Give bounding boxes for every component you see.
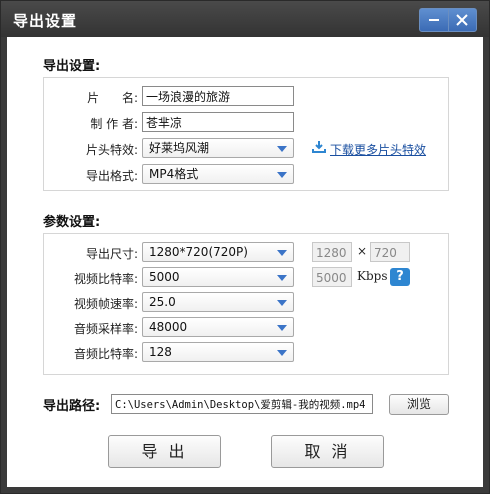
audio-bitrate-label: 音频比特率:	[73, 347, 138, 361]
times-sign: ×	[357, 244, 368, 258]
author-field[interactable]: 苍芈凉	[142, 112, 294, 132]
help-button[interactable]: ?	[390, 268, 410, 286]
cancel-button[interactable]: 取 消	[271, 435, 384, 468]
intro-effect-select[interactable]: 好莱坞风潮	[142, 138, 294, 158]
chevron-down-icon	[277, 275, 287, 281]
window-controls	[419, 8, 477, 32]
height-field[interactable]: 720	[370, 242, 410, 262]
export-settings-group: 片 名: 一场浪漫的旅游 制 作 者: 苍芈凉 片头特效: 好莱坞风潮 下载更多…	[43, 77, 449, 191]
audio-bitrate-value: 128	[149, 345, 172, 359]
export-path-field[interactable]: C:\Users\Admin\Desktop\爱剪辑-我的视频.mp4	[111, 394, 373, 414]
video-bitrate-select[interactable]: 5000	[142, 267, 294, 287]
width-field[interactable]: 1280	[312, 242, 352, 262]
download-icon[interactable]	[312, 140, 326, 154]
export-size-select[interactable]: 1280*720(720P)	[142, 242, 294, 262]
close-icon	[456, 14, 468, 26]
export-button[interactable]: 导 出	[108, 435, 221, 468]
sample-rate-label: 音频采样率:	[73, 322, 138, 336]
intro-effect-value: 好莱坞风潮	[149, 141, 210, 155]
sample-rate-select[interactable]: 48000	[142, 317, 294, 337]
export-size-label: 导出尺寸:	[85, 247, 138, 261]
audio-bitrate-select[interactable]: 128	[142, 342, 294, 362]
parameter-settings-heading: 参数设置:	[43, 215, 101, 230]
frame-rate-label: 视频帧速率:	[73, 297, 138, 311]
export-size-value: 1280*720(720P)	[149, 245, 248, 259]
kbps-unit: Kbps	[357, 269, 388, 283]
export-settings-dialog: 导出设置 导出设置: 片 名: 一场浪漫的旅游 制 作 者: 苍芈凉 片头特效:…	[0, 0, 490, 494]
name-label: 片 名:	[87, 91, 138, 105]
chevron-down-icon	[277, 325, 287, 331]
chevron-down-icon	[277, 300, 287, 306]
format-value: MP4格式	[149, 167, 199, 181]
minimize-button[interactable]	[420, 9, 449, 31]
export-settings-heading: 导出设置:	[43, 59, 101, 74]
chevron-down-icon	[277, 172, 287, 178]
intro-effect-label: 片头特效:	[85, 143, 138, 157]
frame-rate-select[interactable]: 25.0	[142, 292, 294, 312]
format-label: 导出格式:	[85, 169, 138, 183]
name-field[interactable]: 一场浪漫的旅游	[142, 86, 294, 106]
window-title: 导出设置	[13, 12, 78, 30]
title-bar[interactable]: 导出设置	[1, 1, 489, 37]
chevron-down-icon	[277, 250, 287, 256]
chevron-down-icon	[277, 350, 287, 356]
download-more-intro-link[interactable]: 下载更多片头特效	[330, 141, 426, 158]
video-bitrate-value: 5000	[149, 270, 180, 284]
parameter-settings-group: 导出尺寸: 1280*720(720P) 1280 × 720 视频比特率: 5…	[43, 233, 449, 375]
browse-button[interactable]: 浏览	[389, 394, 449, 415]
export-path-label: 导出路径:	[43, 399, 101, 414]
sample-rate-value: 48000	[149, 320, 188, 334]
frame-rate-value: 25.0	[149, 295, 176, 309]
close-button[interactable]	[448, 9, 476, 31]
video-bitrate-label: 视频比特率:	[73, 272, 138, 286]
dialog-body: 导出设置: 片 名: 一场浪漫的旅游 制 作 者: 苍芈凉 片头特效: 好莱坞风…	[7, 37, 483, 487]
author-label: 制 作 者:	[90, 117, 138, 131]
format-select[interactable]: MP4格式	[142, 164, 294, 184]
chevron-down-icon	[277, 146, 287, 152]
video-bitrate-field[interactable]: 5000	[312, 267, 352, 287]
minimize-icon	[429, 19, 439, 21]
